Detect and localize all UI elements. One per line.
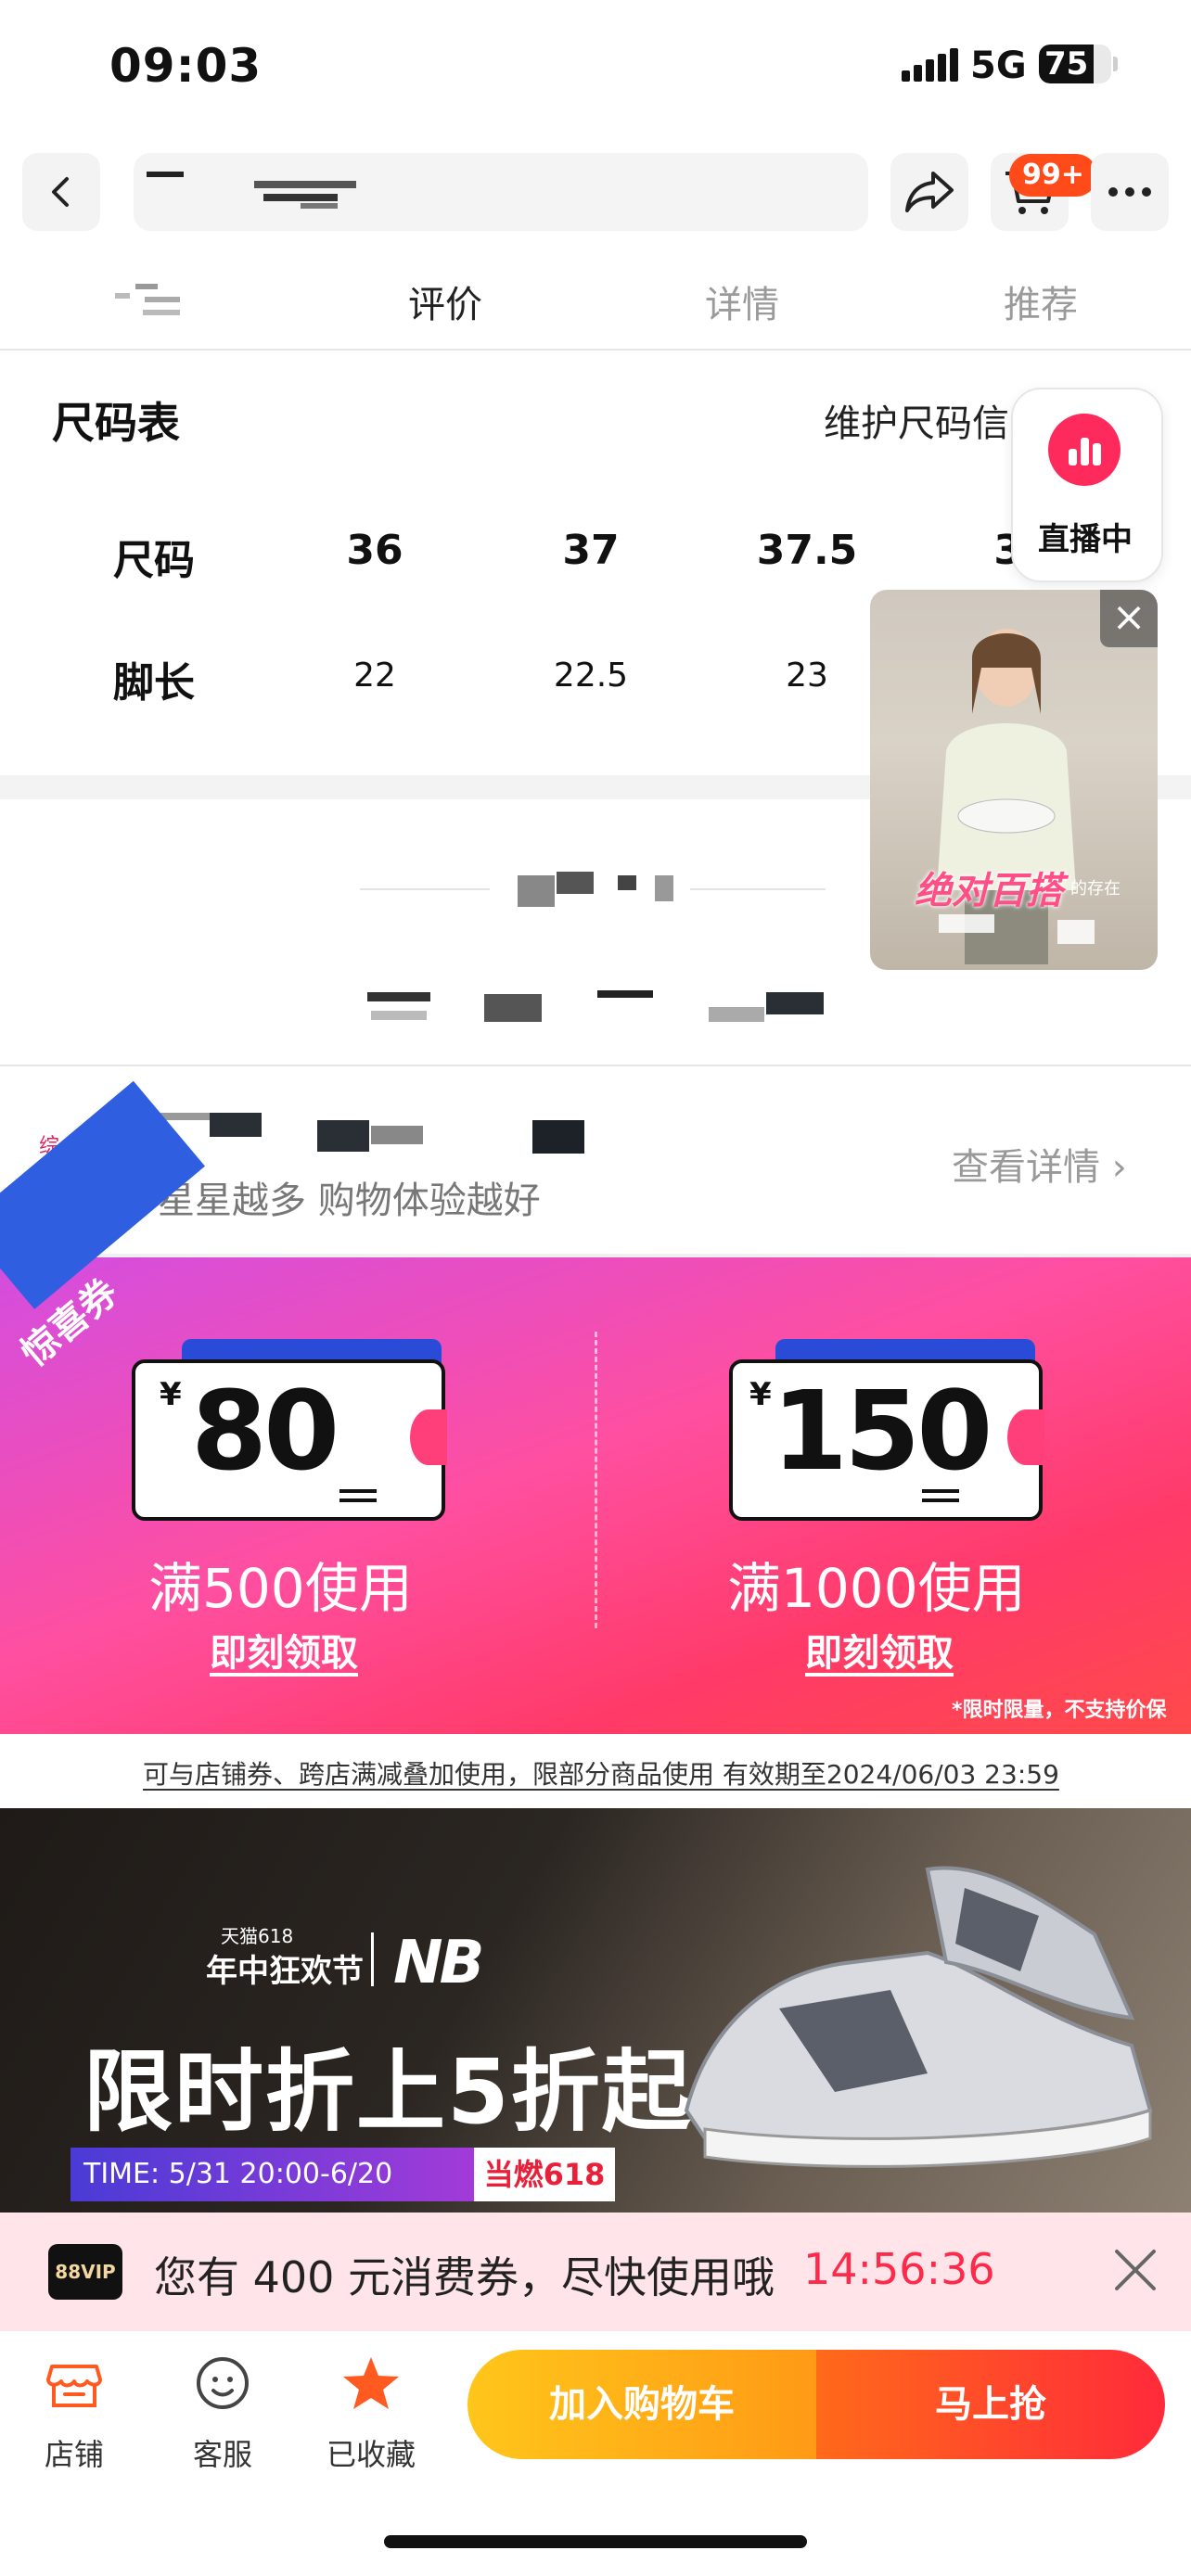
cart-badge: 99+ bbox=[1009, 154, 1097, 197]
currency-symbol: ¥ bbox=[749, 1376, 772, 1413]
share-icon bbox=[905, 172, 954, 212]
favorite-button[interactable]: 已收藏 bbox=[315, 2346, 427, 2485]
battery-percent: 75 bbox=[1044, 45, 1089, 83]
back-button[interactable] bbox=[22, 153, 100, 231]
tab-recommend[interactable]: 推荐 bbox=[1004, 274, 1078, 328]
size-row-label: 尺码 bbox=[113, 537, 195, 584]
tab-product[interactable] bbox=[115, 284, 182, 317]
coupon-condition: 满1000使用 bbox=[727, 1557, 1026, 1620]
share-button[interactable] bbox=[890, 153, 968, 231]
chevron-right-icon: › bbox=[1111, 1146, 1127, 1189]
signal-icon bbox=[902, 48, 959, 82]
masked-block bbox=[518, 875, 555, 907]
chat-icon bbox=[197, 2357, 249, 2409]
tab-details[interactable]: 详情 bbox=[705, 274, 779, 328]
size-cell: 37.5 bbox=[756, 527, 858, 574]
vip-badge: 88VIP bbox=[48, 2244, 122, 2300]
battery-icon: 75 bbox=[1039, 45, 1111, 83]
back-icon bbox=[52, 177, 69, 207]
battery-cap bbox=[1113, 57, 1118, 71]
coupon-separator bbox=[595, 1332, 597, 1628]
store-button[interactable]: 店铺 bbox=[19, 2346, 130, 2485]
customer-service-label: 客服 bbox=[192, 2437, 252, 2472]
close-icon[interactable] bbox=[1109, 2244, 1161, 2296]
experience-subtitle: 星星越多 购物体验越好 bbox=[158, 1180, 541, 1222]
status-time: 09:03 bbox=[109, 39, 263, 93]
store-label: 店铺 bbox=[44, 2437, 104, 2472]
video-caption-sub: 的存在 bbox=[1070, 879, 1121, 899]
tabs-divider bbox=[0, 349, 1191, 351]
product-title-box[interactable] bbox=[134, 153, 868, 231]
event-label: 年中狂欢节 bbox=[206, 1953, 364, 1990]
video-close-button[interactable]: × bbox=[1100, 590, 1158, 647]
coupon-usage-note: 可与店铺券、跨店满减叠加使用，限部分商品使用 有效期至2024/06/03 23… bbox=[143, 1759, 1059, 1790]
more-icon bbox=[1108, 187, 1118, 197]
coupon-ticket-150[interactable]: ¥ 150 bbox=[729, 1359, 1044, 1521]
detail-link-label: 查看详情 bbox=[952, 1146, 1100, 1189]
limit-note: *限时限量，不支持价保 bbox=[952, 1699, 1167, 1722]
shoe-image bbox=[684, 1866, 1153, 2168]
coupon-amount: 80 bbox=[191, 1367, 339, 1495]
store-icon bbox=[46, 2365, 102, 2407]
promo-time: TIME: 5/31 20:00-6/20 23:59 bbox=[70, 2148, 474, 2244]
vip-countdown: 14:56:36 bbox=[803, 2244, 995, 2294]
add-to-cart-button[interactable]: 加入购物车 bbox=[467, 2350, 816, 2459]
foot-length-cell: 23 bbox=[786, 657, 828, 695]
coupon-ticket-80[interactable]: ¥ 80 bbox=[132, 1359, 447, 1521]
experience-detail-link[interactable]: 查看详情 › bbox=[952, 1137, 1127, 1191]
live-label: 直播中 bbox=[1038, 521, 1133, 558]
currency-symbol: ¥ bbox=[160, 1376, 182, 1413]
vip-message: 您有 400 元消费券，尽快使用哦 bbox=[154, 2252, 775, 2302]
tab-reviews[interactable]: 评价 bbox=[408, 274, 482, 328]
masked-divider-left bbox=[360, 888, 490, 890]
size-cell: 36 bbox=[346, 527, 403, 574]
size-cell: 37 bbox=[562, 527, 620, 574]
masked-divider-right bbox=[690, 888, 826, 890]
foot-length-row-label: 脚长 bbox=[113, 659, 195, 707]
claim-button[interactable]: 即刻领取 bbox=[805, 1623, 954, 1677]
promo-tag: 当燃618 bbox=[474, 2148, 615, 2201]
event-sub-label: 天猫618 bbox=[221, 1925, 294, 1947]
claim-button[interactable]: 即刻领取 bbox=[210, 1623, 358, 1677]
brand-logo: NB bbox=[393, 1929, 484, 1997]
coupon-amount: 150 bbox=[772, 1367, 992, 1495]
coupon-condition: 满500使用 bbox=[148, 1557, 413, 1620]
promo-slogan: 限时折上5折起 bbox=[83, 2040, 693, 2144]
network-label: 5G bbox=[970, 45, 1027, 87]
size-chart-title: 尺码表 bbox=[52, 398, 180, 448]
live-bars-icon bbox=[1048, 414, 1121, 486]
foot-length-cell: 22 bbox=[353, 657, 396, 695]
star-icon bbox=[343, 2357, 399, 2409]
home-indicator bbox=[384, 2535, 807, 2548]
video-caption: 绝对百搭 bbox=[915, 870, 1063, 912]
logo-separator bbox=[371, 1932, 374, 1986]
more-button[interactable] bbox=[1091, 153, 1169, 231]
favorite-label: 已收藏 bbox=[326, 2437, 416, 2472]
customer-service-button[interactable]: 客服 bbox=[167, 2346, 278, 2485]
buy-now-button[interactable]: 马上抢 bbox=[816, 2350, 1165, 2459]
foot-length-cell: 22.5 bbox=[553, 657, 629, 695]
section-divider bbox=[0, 1065, 1191, 1066]
